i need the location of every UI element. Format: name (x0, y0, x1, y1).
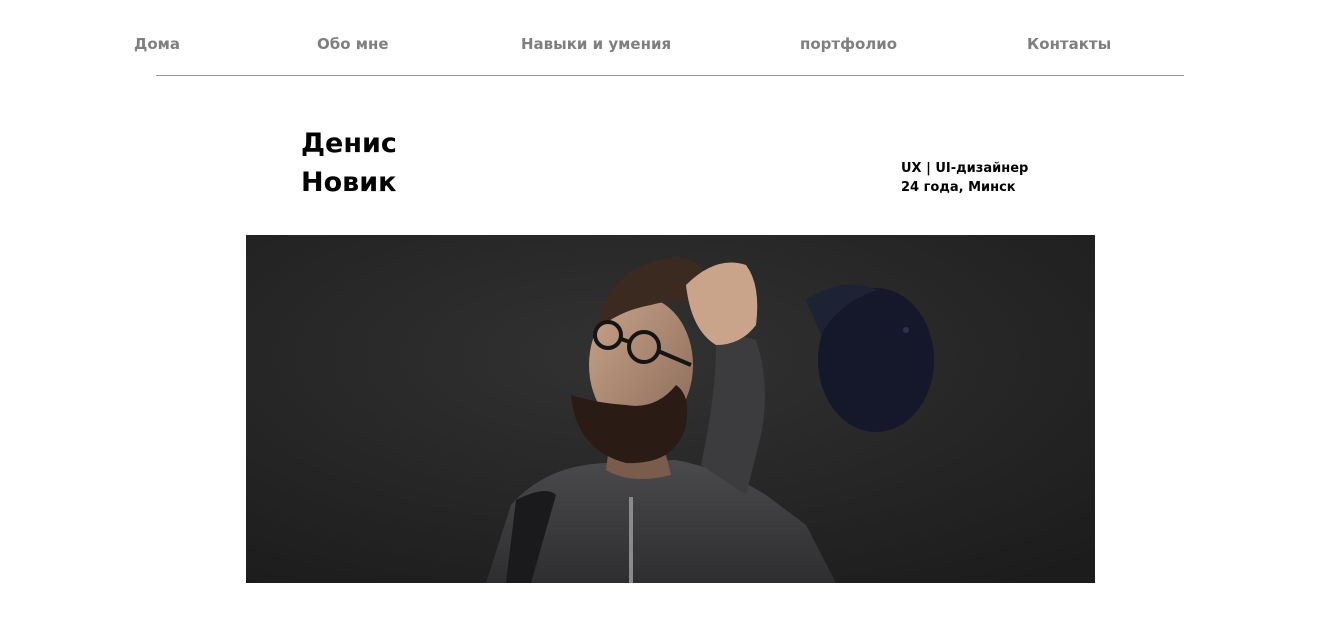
portfolio-page: Дома Обо мне Навыки и умения портфолио К… (0, 0, 1343, 617)
nav-link-home[interactable]: Дома (134, 35, 180, 53)
first-name: Денис (301, 128, 397, 159)
person-role: UX | UI-дизайнер (901, 161, 1029, 176)
person-name: Денис Новик (301, 124, 397, 202)
person-age-city: 24 года, Минск (901, 180, 1016, 195)
nav-link-contacts[interactable]: Контакты (1027, 35, 1111, 53)
nav-link-skills[interactable]: Навыки и умения (521, 35, 671, 53)
portrait-image (246, 235, 1095, 583)
last-name: Новик (301, 167, 397, 198)
nav-link-portfolio[interactable]: портфолио (800, 35, 897, 53)
hero-photo (246, 235, 1095, 583)
nav-divider (156, 75, 1184, 76)
person-meta: UX | UI-дизайнер 24 года, Минск (901, 159, 1028, 197)
nav-link-about[interactable]: Обо мне (317, 35, 389, 53)
